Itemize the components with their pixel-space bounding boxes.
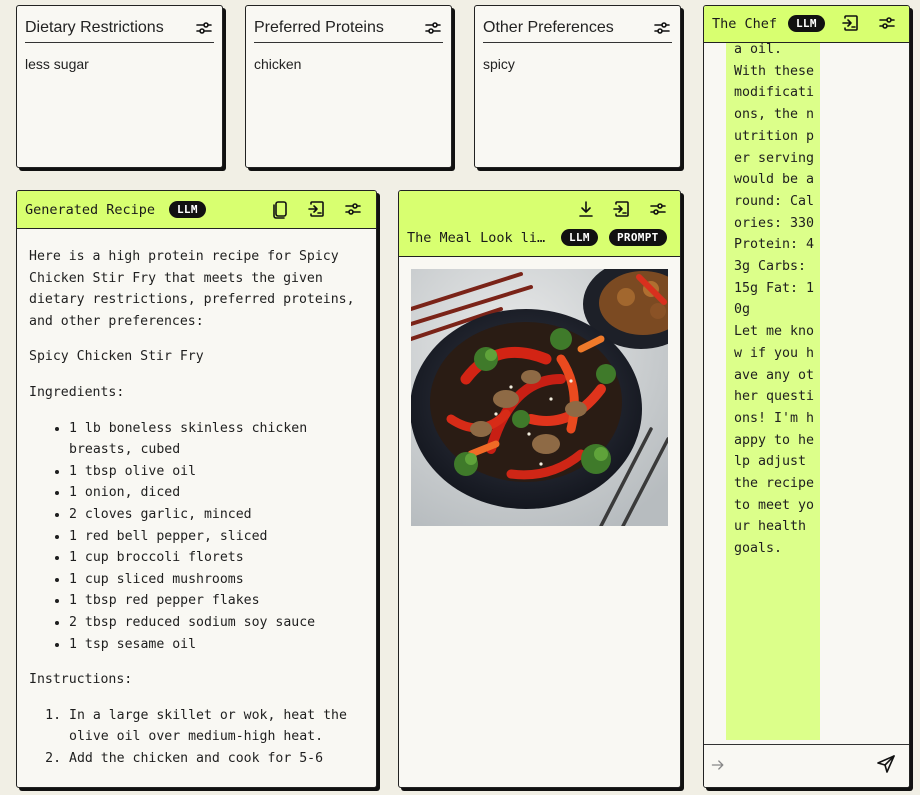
card-title: The Chef [712,16,778,32]
recipe-name: Spicy Chicken Stir Fry [29,349,204,365]
settings-sliders-icon[interactable] [877,13,897,33]
card-header: Preferred Proteins [254,14,443,43]
dietary-restrictions-card: Dietary Restrictions less sugar [16,5,223,168]
generated-recipe-card: Generated Recipe LLM Here is a high prot… [16,190,377,788]
instructions-list: In a large skillet or wok, heat the oliv… [29,705,368,770]
output-icon[interactable] [307,199,327,219]
chat-input-bar [704,744,909,787]
output-icon[interactable] [612,199,632,219]
list-item: 1 tsp sesame oil [69,634,368,656]
ingredients-heading: Ingredients: [29,384,125,400]
list-item: 2 tbsp reduced sodium soy sauce [69,612,368,634]
list-item: Add the chicken and cook for 5-6 [69,748,368,770]
chef-header: The Chef LLM [704,6,909,43]
recipe-intro: Here is a high protein recipe for Spicy … [29,249,355,329]
llm-badge: LLM [561,229,598,246]
list-item: 1 onion, diced [69,482,368,504]
chat-message-text: a oil. With these modifications, the nut… [734,43,815,557]
list-item: 2 cloves garlic, minced [69,504,368,526]
card-title: Preferred Proteins [254,19,384,36]
settings-sliders-icon[interactable] [194,18,214,38]
settings-sliders-icon[interactable] [343,199,363,219]
card-title: Dietary Restrictions [25,19,164,36]
list-item: In a large skillet or wok, heat the oliv… [69,705,368,748]
card-title: Generated Recipe [25,202,156,218]
settings-sliders-icon[interactable] [652,18,672,38]
other-preferences-value[interactable]: spicy [483,56,515,72]
preferred-proteins-card: Preferred Proteins chicken [245,5,452,168]
meal-header: The Meal Look li… LLM PROMPT [399,191,680,257]
llm-badge: LLM [788,15,825,32]
card-title: The Meal Look li… [407,230,546,246]
copy-icon[interactable] [271,199,291,219]
llm-badge: LLM [169,201,206,218]
ingredients-list: 1 lb boneless skinless chicken breasts, … [29,418,368,656]
arrow-right-icon [710,757,726,773]
output-icon[interactable] [841,13,861,33]
card-title: Other Preferences [483,19,614,36]
list-item: 1 cup sliced mushrooms [69,569,368,591]
other-preferences-card: Other Preferences spicy [474,5,681,168]
chat-message-bubble: a oil. With these modifications, the nut… [726,43,820,740]
prompt-badge: PROMPT [609,229,667,246]
list-item: 1 lb boneless skinless chicken breasts, … [69,418,368,461]
recipe-content: Here is a high protein recipe for Spicy … [29,246,368,787]
send-icon[interactable] [876,754,896,774]
meal-image [411,269,668,526]
preferred-proteins-value[interactable]: chicken [254,56,301,72]
list-item: 1 tbsp red pepper flakes [69,590,368,612]
settings-sliders-icon[interactable] [648,199,668,219]
list-item: 1 tbsp olive oil [69,461,368,483]
instructions-heading: Instructions: [29,672,133,688]
recipe-header: Generated Recipe LLM [17,191,376,229]
meal-image-card: The Meal Look li… LLM PROMPT [398,190,681,788]
list-item: 1 red bell pepper, sliced [69,526,368,548]
dietary-restrictions-value[interactable]: less sugar [25,56,89,72]
download-icon[interactable] [576,199,596,219]
settings-sliders-icon[interactable] [423,18,443,38]
chat-input[interactable] [732,753,871,779]
card-header: Dietary Restrictions [25,14,214,43]
list-item: 1 cup broccoli florets [69,547,368,569]
chef-chat-card: The Chef LLM a oil. With these modificat… [703,5,910,788]
card-header: Other Preferences [483,14,672,43]
